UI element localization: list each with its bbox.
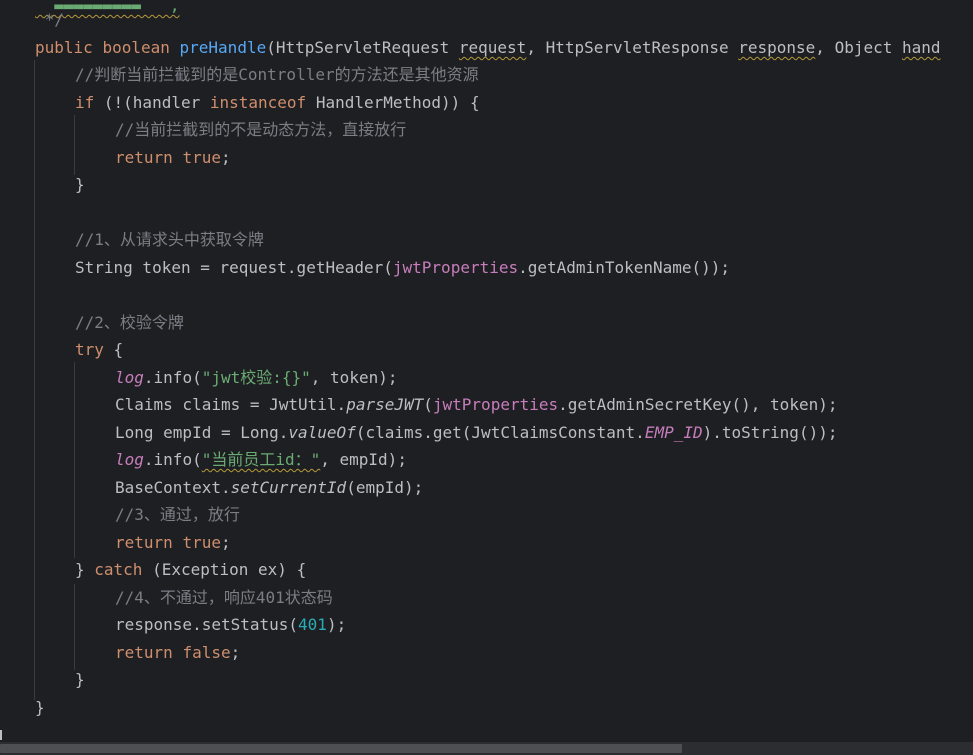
scrollbar-thumb[interactable]: [0, 744, 682, 753]
comment-line: //4、不通过，响应401状态码: [115, 588, 333, 607]
comment-line: //1、从请求头中获取令牌: [75, 230, 264, 249]
code-editor[interactable]: ▬▬▬▬▬▬▬▬▬ , */ public boolean preHandle(…: [0, 0, 973, 742]
indent-guide: [34, 60, 35, 700]
code-line: if (!(handler instanceof HandlerMethod))…: [75, 93, 480, 112]
code-line: }: [75, 670, 85, 689]
code-line: return false;: [115, 643, 241, 662]
text-caret: [0, 730, 2, 740]
comment-line: //判断当前拦截到的是Controller的方法还是其他资源: [75, 65, 479, 84]
comment-line: //3、通过，放行: [115, 505, 240, 524]
code-line: String token = request.getHeader(jwtProp…: [75, 258, 731, 277]
comment-line: //当前拦截到的不是动态方法，直接放行: [115, 120, 407, 139]
code-line: return true;: [115, 533, 231, 552]
code-line: log.info("jwt校验:{}", token);: [115, 368, 398, 387]
indent-guide: [74, 115, 75, 175]
indent-guide: [74, 584, 75, 670]
code-line: response.setStatus(401);: [115, 615, 347, 634]
indent-guide: [74, 362, 75, 558]
code-line: try {: [75, 340, 124, 359]
code-line: }: [75, 175, 85, 194]
horizontal-scrollbar[interactable]: [0, 742, 973, 755]
code-line: Claims claims = JwtUtil.parseJWT(jwtProp…: [115, 395, 838, 414]
code-line: public boolean preHandle(HttpServletRequ…: [35, 38, 941, 57]
code-line: BaseContext.setCurrentId(empId);: [115, 478, 424, 497]
code-line: } catch (Exception ex) {: [75, 560, 307, 579]
code-line: log.info("当前员工id：", empId);: [115, 450, 407, 469]
code-line: }: [35, 698, 45, 717]
code-line: Long empId = Long.valueOf(claims.get(Jwt…: [115, 423, 838, 442]
comment-line: //2、校验令牌: [75, 313, 184, 332]
code-line: return true;: [115, 148, 231, 167]
code-line: */: [35, 10, 64, 29]
